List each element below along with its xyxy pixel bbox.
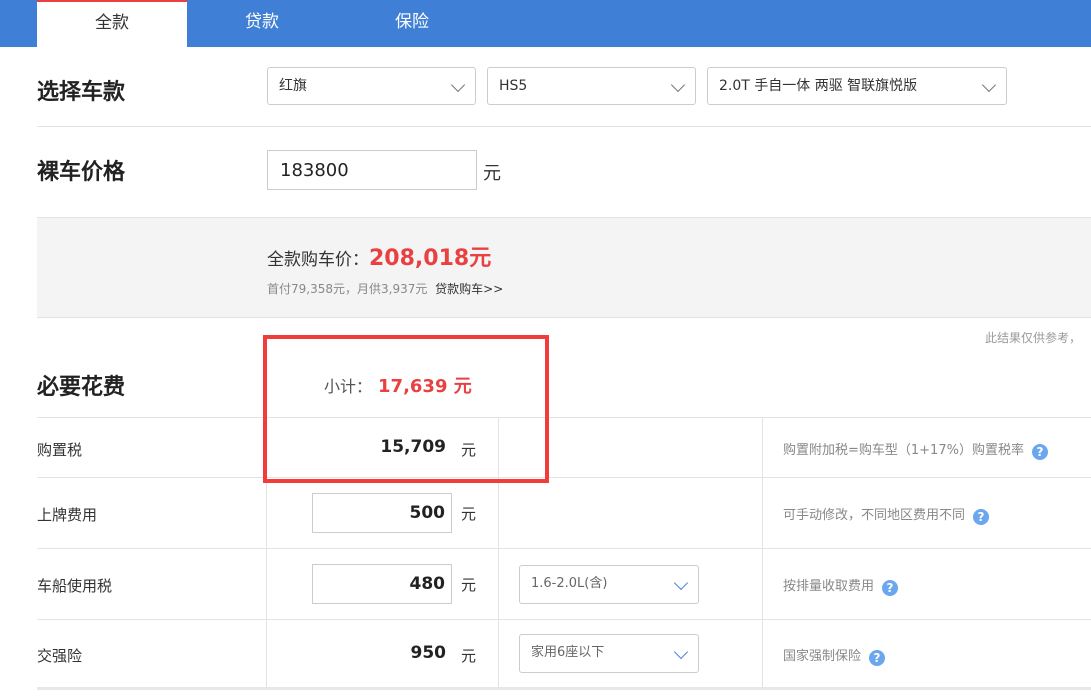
compulsory-insurance-value: 950 <box>410 643 447 663</box>
bare-price-value: 183800 <box>280 160 349 181</box>
compulsory-insurance-label: 交强险 <box>37 647 83 665</box>
series-select[interactable]: HS5 <box>487 67 696 105</box>
chevron-down-icon <box>673 644 689 660</box>
necessary-costs-title: 必要花费 <box>37 375 126 400</box>
brand-select-value: 红旗 <box>279 78 307 94</box>
select-car-title: 选择车款 <box>37 80 126 105</box>
help-icon[interactable]: ? <box>1031 444 1048 460</box>
purchase-tax-note-text: 购置附加税=购车型（1+17%）购置税率 <box>783 443 1024 458</box>
help-icon[interactable]: ? <box>882 580 899 596</box>
help-icon[interactable]: ? <box>973 509 990 525</box>
help-icon[interactable]: ? <box>869 650 886 666</box>
chevron-down-icon <box>981 77 997 93</box>
divider <box>37 548 1091 549</box>
compulsory-insurance-note-text: 国家强制保险 <box>783 649 862 664</box>
model-select[interactable]: 2.0T 手自一体 两驱 智联旗悦版 <box>707 67 1007 105</box>
vehicle-tax-unit: 元 <box>461 576 477 594</box>
divider <box>37 619 1091 620</box>
loan-purchase-link[interactable]: 贷款购车>> <box>435 282 503 296</box>
tab-insurance[interactable]: 保险 <box>337 0 487 47</box>
summary-band <box>37 217 1091 318</box>
vehicle-tax-label: 车船使用税 <box>37 577 113 595</box>
purchase-tax-note: 购置附加税=购车型（1+17%）购置税率? <box>783 439 1048 460</box>
registration-fee-note: 可手动修改，不同地区费用不同? <box>783 504 990 525</box>
registration-fee-input[interactable]: 500 <box>312 493 452 533</box>
vehicle-tax-input[interactable]: 480 <box>312 564 452 604</box>
highlight-box <box>263 335 549 483</box>
tab-bar: 全款 贷款 保险 <box>0 0 1091 47</box>
full-price-value: 208,018元 <box>369 246 492 271</box>
registration-fee-value: 500 <box>409 503 446 523</box>
divider <box>37 417 1091 418</box>
divider <box>37 477 1091 478</box>
seats-select-value: 家用6座以下 <box>531 645 605 660</box>
chevron-down-icon <box>673 575 689 591</box>
full-price-label: 全款购车价： <box>267 250 369 270</box>
payment-summary: 首付79,358元，月供3,937元 贷款购车>> <box>267 280 503 297</box>
bare-price-title: 裸车价格 <box>37 160 126 185</box>
full-price-line: 全款购车价：208,018元 <box>267 240 491 272</box>
chevron-down-icon <box>670 77 686 93</box>
seats-select[interactable]: 家用6座以下 <box>519 634 699 673</box>
vehicle-tax-note-text: 按排量收取费用 <box>783 579 875 594</box>
chevron-down-icon <box>450 77 466 93</box>
payment-summary-text: 首付79,358元，月供3,937元 <box>267 282 428 296</box>
disclaimer-text: 此结果仅供参考， <box>985 331 1082 345</box>
column-divider <box>762 418 763 688</box>
registration-fee-unit: 元 <box>461 505 477 523</box>
registration-fee-label: 上牌费用 <box>37 506 98 524</box>
displacement-select[interactable]: 1.6-2.0L(含) <box>519 565 699 604</box>
registration-fee-note-text: 可手动修改，不同地区费用不同 <box>783 508 966 523</box>
compulsory-insurance-unit: 元 <box>461 647 477 665</box>
series-select-value: HS5 <box>499 78 528 94</box>
bare-price-input[interactable]: 183800 <box>267 150 477 190</box>
tab-full-payment[interactable]: 全款 <box>37 0 187 47</box>
vehicle-tax-note: 按排量收取费用? <box>783 575 899 596</box>
purchase-tax-label: 购置税 <box>37 441 83 459</box>
vehicle-tax-value: 480 <box>409 574 446 594</box>
tab-loan[interactable]: 贷款 <box>187 0 337 47</box>
displacement-select-value: 1.6-2.0L(含) <box>531 576 608 591</box>
bare-price-unit: 元 <box>483 163 501 184</box>
compulsory-insurance-note: 国家强制保险? <box>783 645 886 666</box>
brand-select[interactable]: 红旗 <box>267 67 476 105</box>
divider <box>37 687 1091 690</box>
model-select-value: 2.0T 手自一体 两驱 智联旗悦版 <box>719 78 918 94</box>
divider <box>37 126 1091 127</box>
